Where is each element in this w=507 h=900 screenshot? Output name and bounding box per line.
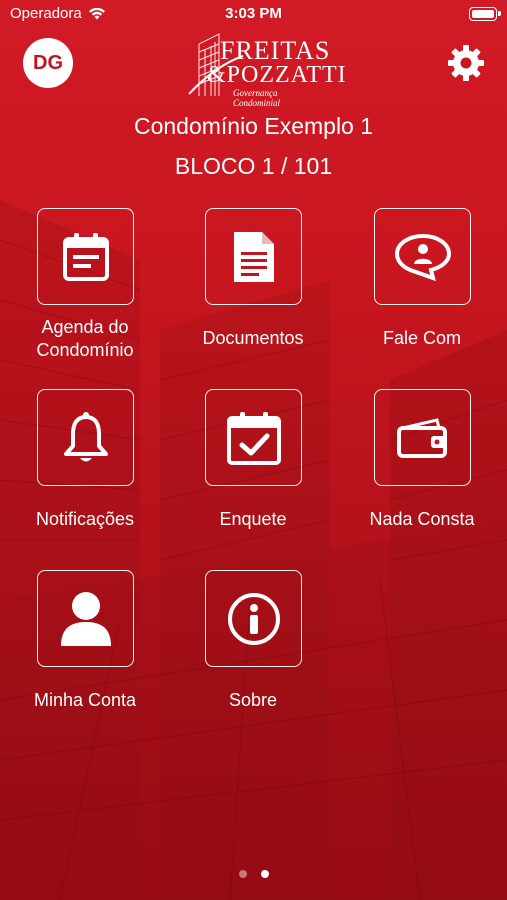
bell-icon — [63, 411, 108, 461]
menu-item-enquete[interactable]: Enquete — [168, 389, 338, 559]
logo-line2: &POZZATTI — [207, 62, 347, 88]
documentos-button[interactable] — [205, 208, 302, 305]
menu-label-documentos: Documentos — [202, 328, 304, 348]
menu-item-documentos[interactable]: Documentos — [168, 208, 338, 378]
page-indicator[interactable] — [0, 870, 507, 878]
enquete-button[interactable] — [205, 389, 302, 486]
wallet-icon — [396, 417, 447, 458]
page-dot-2[interactable] — [260, 870, 269, 878]
menu-label-notificacoes: Notificações — [35, 509, 135, 529]
condominium-name: Condomínio Exemplo 1 — [133, 113, 374, 139]
menu-item-sobre[interactable]: Sobre — [168, 570, 338, 740]
page-dot-1[interactable] — [238, 870, 247, 878]
logo-subtitle: Governança Condominial — [233, 88, 281, 108]
notificacoes-button[interactable] — [37, 389, 134, 486]
menu-label-agenda: Agenda do Condomínio — [36, 317, 134, 360]
menu-item-nada-consta[interactable]: Nada Consta — [337, 389, 507, 559]
company-logo: FREITAS &POZZATTI Governança Condominial — [185, 26, 346, 108]
gear-icon[interactable] — [446, 43, 486, 83]
unit-label: BLOCO 1 / 101 — [174, 153, 333, 179]
document-icon — [233, 231, 274, 282]
fale-com-button[interactable] — [374, 208, 471, 305]
info-icon — [227, 592, 280, 645]
sobre-button[interactable] — [205, 570, 302, 667]
minha-conta-button[interactable] — [37, 570, 134, 667]
menu-label-nada-consta: Nada Consta — [369, 509, 475, 529]
user-icon — [60, 591, 111, 646]
avatar[interactable]: DG — [23, 38, 73, 88]
menu-item-agenda[interactable]: Agenda do Condomínio — [0, 208, 170, 378]
calendar-icon — [62, 232, 109, 281]
chat-bubble-icon — [394, 233, 451, 281]
menu-item-minha-conta[interactable]: Minha Conta — [0, 570, 170, 740]
calendar-check-icon — [226, 411, 281, 465]
menu-label-minha-conta: Minha Conta — [33, 690, 137, 710]
nada-consta-button[interactable] — [374, 389, 471, 486]
menu-label-enquete: Enquete — [219, 509, 287, 529]
status-time: 3:03 PM — [225, 5, 282, 22]
battery-icon — [469, 7, 501, 21]
agenda-button[interactable] — [37, 208, 134, 305]
menu-item-fale-com[interactable]: Fale Com — [337, 208, 507, 378]
menu-label-fale-com: Fale Com — [382, 328, 462, 348]
menu-item-notificacoes[interactable]: Notificações — [0, 389, 170, 559]
menu-label-sobre: Sobre — [228, 690, 278, 710]
